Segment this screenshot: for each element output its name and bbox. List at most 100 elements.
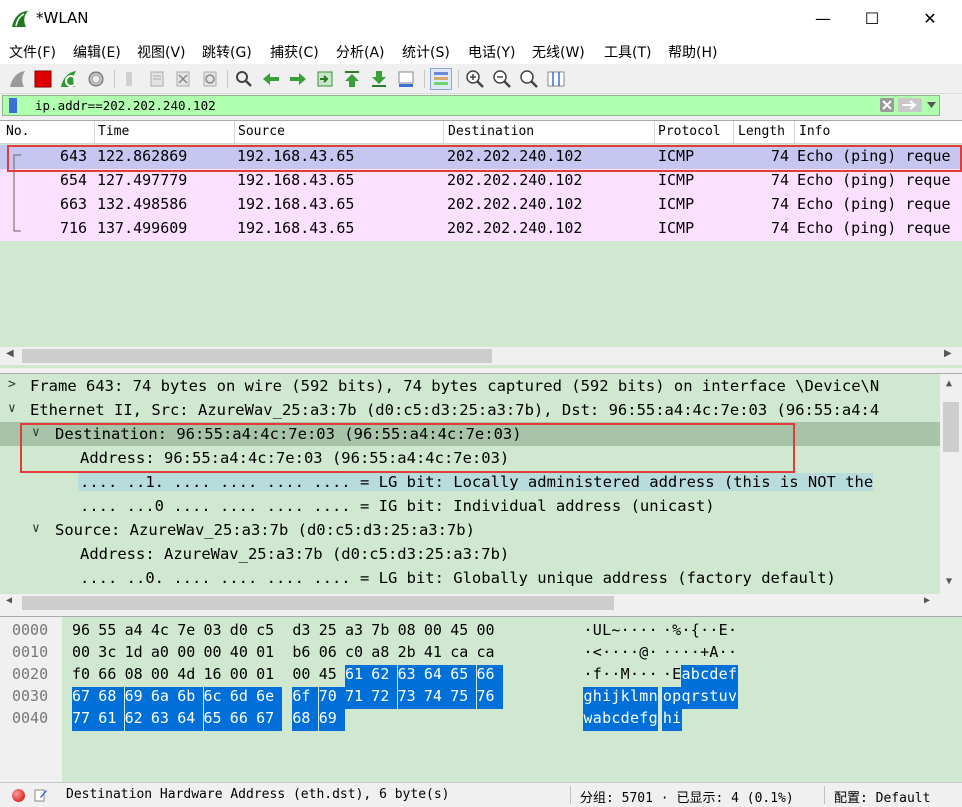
hex-byte[interactable]: 61 xyxy=(98,709,125,731)
hex-byte[interactable]: c5 xyxy=(256,621,282,643)
normal-size-icon[interactable] xyxy=(519,69,539,89)
hex-byte[interactable]: 66 xyxy=(229,709,256,731)
hex-byte[interactable]: ca xyxy=(477,643,503,665)
restart-capture-icon[interactable] xyxy=(59,69,79,89)
go-forward-arrow-icon[interactable] xyxy=(288,69,308,89)
hex-byte[interactable]: 77 xyxy=(72,709,98,731)
hex-byte[interactable]: 3c xyxy=(98,643,124,665)
hex-byte[interactable]: 65 xyxy=(450,665,477,687)
hex-byte[interactable]: 00 xyxy=(230,665,256,687)
hex-byte[interactable]: a4 xyxy=(125,621,151,643)
column-header-info[interactable]: Info xyxy=(799,124,830,139)
hex-byte[interactable]: 08 xyxy=(125,665,151,687)
menu-edit[interactable]: 编辑(E) xyxy=(73,42,121,62)
filter-history-chevron-down-icon[interactable] xyxy=(927,101,936,109)
column-header-source[interactable]: Source xyxy=(238,124,285,139)
menu-telephony[interactable]: 电话(Y) xyxy=(468,42,515,62)
hex-byte[interactable]: b6 xyxy=(292,643,318,665)
hex-byte[interactable]: 62 xyxy=(124,709,151,731)
ascii-char[interactable]: · xyxy=(648,665,658,687)
ascii-char[interactable]: · xyxy=(648,621,658,643)
ascii-char[interactable]: f xyxy=(727,665,738,687)
minimize-button[interactable]: — xyxy=(800,4,846,34)
menu-help[interactable]: 帮助(H) xyxy=(668,42,717,62)
ascii-char[interactable]: · xyxy=(648,643,658,665)
ascii-char[interactable]: v xyxy=(727,687,738,709)
hex-byte[interactable]: 45 xyxy=(319,665,345,687)
close-button[interactable]: ✕ xyxy=(907,4,953,34)
hex-byte[interactable]: 00 xyxy=(151,665,177,687)
hex-byte[interactable]: 74 xyxy=(423,687,450,709)
ascii-char[interactable]: g xyxy=(648,709,659,731)
hex-byte[interactable]: 63 xyxy=(397,665,424,687)
close-file-icon[interactable] xyxy=(173,69,193,89)
hex-byte[interactable]: 06 xyxy=(319,643,345,665)
scrollbar-thumb[interactable] xyxy=(943,402,959,452)
start-capture-fin-icon[interactable] xyxy=(8,69,28,89)
apply-filter-arrow-icon[interactable] xyxy=(898,98,922,112)
hex-byte[interactable]: 41 xyxy=(424,643,450,665)
detail-tree-item[interactable]: ∨ Source: AzureWav_25:a3:7b (d0:c5:d3:25… xyxy=(0,518,940,542)
hex-byte[interactable]: 68 xyxy=(292,709,319,731)
hex-byte[interactable]: 00 xyxy=(177,643,203,665)
menu-analyze[interactable]: 分析(A) xyxy=(336,42,385,62)
column-header-time[interactable]: Time xyxy=(98,124,129,139)
open-file-icon[interactable] xyxy=(120,69,140,89)
menu-statistics[interactable]: 统计(S) xyxy=(402,42,450,62)
capture-comment-pencil-icon[interactable] xyxy=(34,788,48,802)
hex-byte[interactable]: 6f xyxy=(292,687,319,709)
packet-row[interactable]: 716 137.499609 192.168.43.65 202.202.240… xyxy=(0,217,962,241)
maximize-button[interactable]: ☐ xyxy=(849,4,895,34)
hex-byte[interactable]: 68 xyxy=(98,687,125,709)
detail-tree-item[interactable]: ∨ Ethernet II, Src: AzureWav_25:a3:7b (d… xyxy=(0,398,940,422)
detail-tree-item[interactable]: .... ...0 .... .... .... .... = IG bit: … xyxy=(0,494,940,518)
column-header-destination[interactable]: Destination xyxy=(448,124,534,139)
packet-row[interactable]: 654 127.497779 192.168.43.65 202.202.240… xyxy=(0,169,962,193)
display-filter-input[interactable]: ip.addr==202.202.240.102 xyxy=(35,98,216,113)
save-file-icon[interactable] xyxy=(147,69,167,89)
hex-byte[interactable]: 67 xyxy=(256,709,283,731)
hex-byte[interactable]: a0 xyxy=(151,643,177,665)
hex-byte[interactable]: 73 xyxy=(397,687,424,709)
hex-byte[interactable]: 6b xyxy=(177,687,204,709)
hex-byte[interactable]: 62 xyxy=(371,665,398,687)
scrollbar-thumb[interactable] xyxy=(22,596,614,610)
hex-byte[interactable]: 64 xyxy=(423,665,450,687)
ascii-char[interactable]: i xyxy=(671,709,682,731)
first-packet-icon[interactable] xyxy=(342,69,362,89)
hex-byte[interactable]: 00 xyxy=(477,621,503,643)
menu-file[interactable]: 文件(F) xyxy=(9,42,56,62)
hex-byte[interactable]: 55 xyxy=(98,621,124,643)
zoom-in-icon[interactable] xyxy=(465,69,485,89)
hex-byte[interactable]: 00 xyxy=(424,621,450,643)
colorize-list-icon[interactable] xyxy=(430,68,452,90)
hex-byte[interactable]: 4d xyxy=(177,665,203,687)
packet-list-horizontal-scrollbar[interactable]: ◀ ▶ xyxy=(0,347,962,365)
hex-byte[interactable]: 69 xyxy=(318,709,345,731)
hex-byte[interactable]: 6d xyxy=(229,687,256,709)
scroll-down-icon[interactable]: ▼ xyxy=(946,576,952,587)
zoom-out-icon[interactable] xyxy=(492,69,512,89)
collapse-chevron-icon[interactable]: ∨ xyxy=(8,401,16,416)
hex-byte[interactable]: a3 xyxy=(345,621,371,643)
hex-byte[interactable]: 08 xyxy=(398,621,424,643)
hex-byte[interactable]: 6a xyxy=(150,687,177,709)
status-profile[interactable]: 配置: Default xyxy=(834,787,930,806)
hex-byte[interactable]: 61 xyxy=(345,665,371,687)
go-to-packet-icon[interactable] xyxy=(315,69,335,89)
hex-byte[interactable]: 6c xyxy=(203,687,230,709)
hex-byte[interactable]: 64 xyxy=(177,709,204,731)
hex-byte[interactable]: 66 xyxy=(98,665,124,687)
hex-byte[interactable]: 40 xyxy=(230,643,256,665)
hex-byte[interactable]: 16 xyxy=(204,665,230,687)
hex-byte[interactable]: 71 xyxy=(345,687,371,709)
go-back-arrow-icon[interactable] xyxy=(261,69,281,89)
detail-tree-item[interactable]: > Frame 643: 74 bytes on wire (592 bits)… xyxy=(0,374,940,398)
hex-byte[interactable]: 00 xyxy=(72,643,98,665)
hex-byte[interactable]: 75 xyxy=(450,687,477,709)
menu-go[interactable]: 跳转(G) xyxy=(202,42,252,62)
scroll-left-icon[interactable]: ◀ xyxy=(6,595,12,606)
column-header-length[interactable]: Length xyxy=(738,124,785,139)
detail-tree-item[interactable]: .... ..0. .... .... .... .... = LG bit: … xyxy=(0,566,940,590)
hex-byte[interactable]: 6e xyxy=(256,687,283,709)
